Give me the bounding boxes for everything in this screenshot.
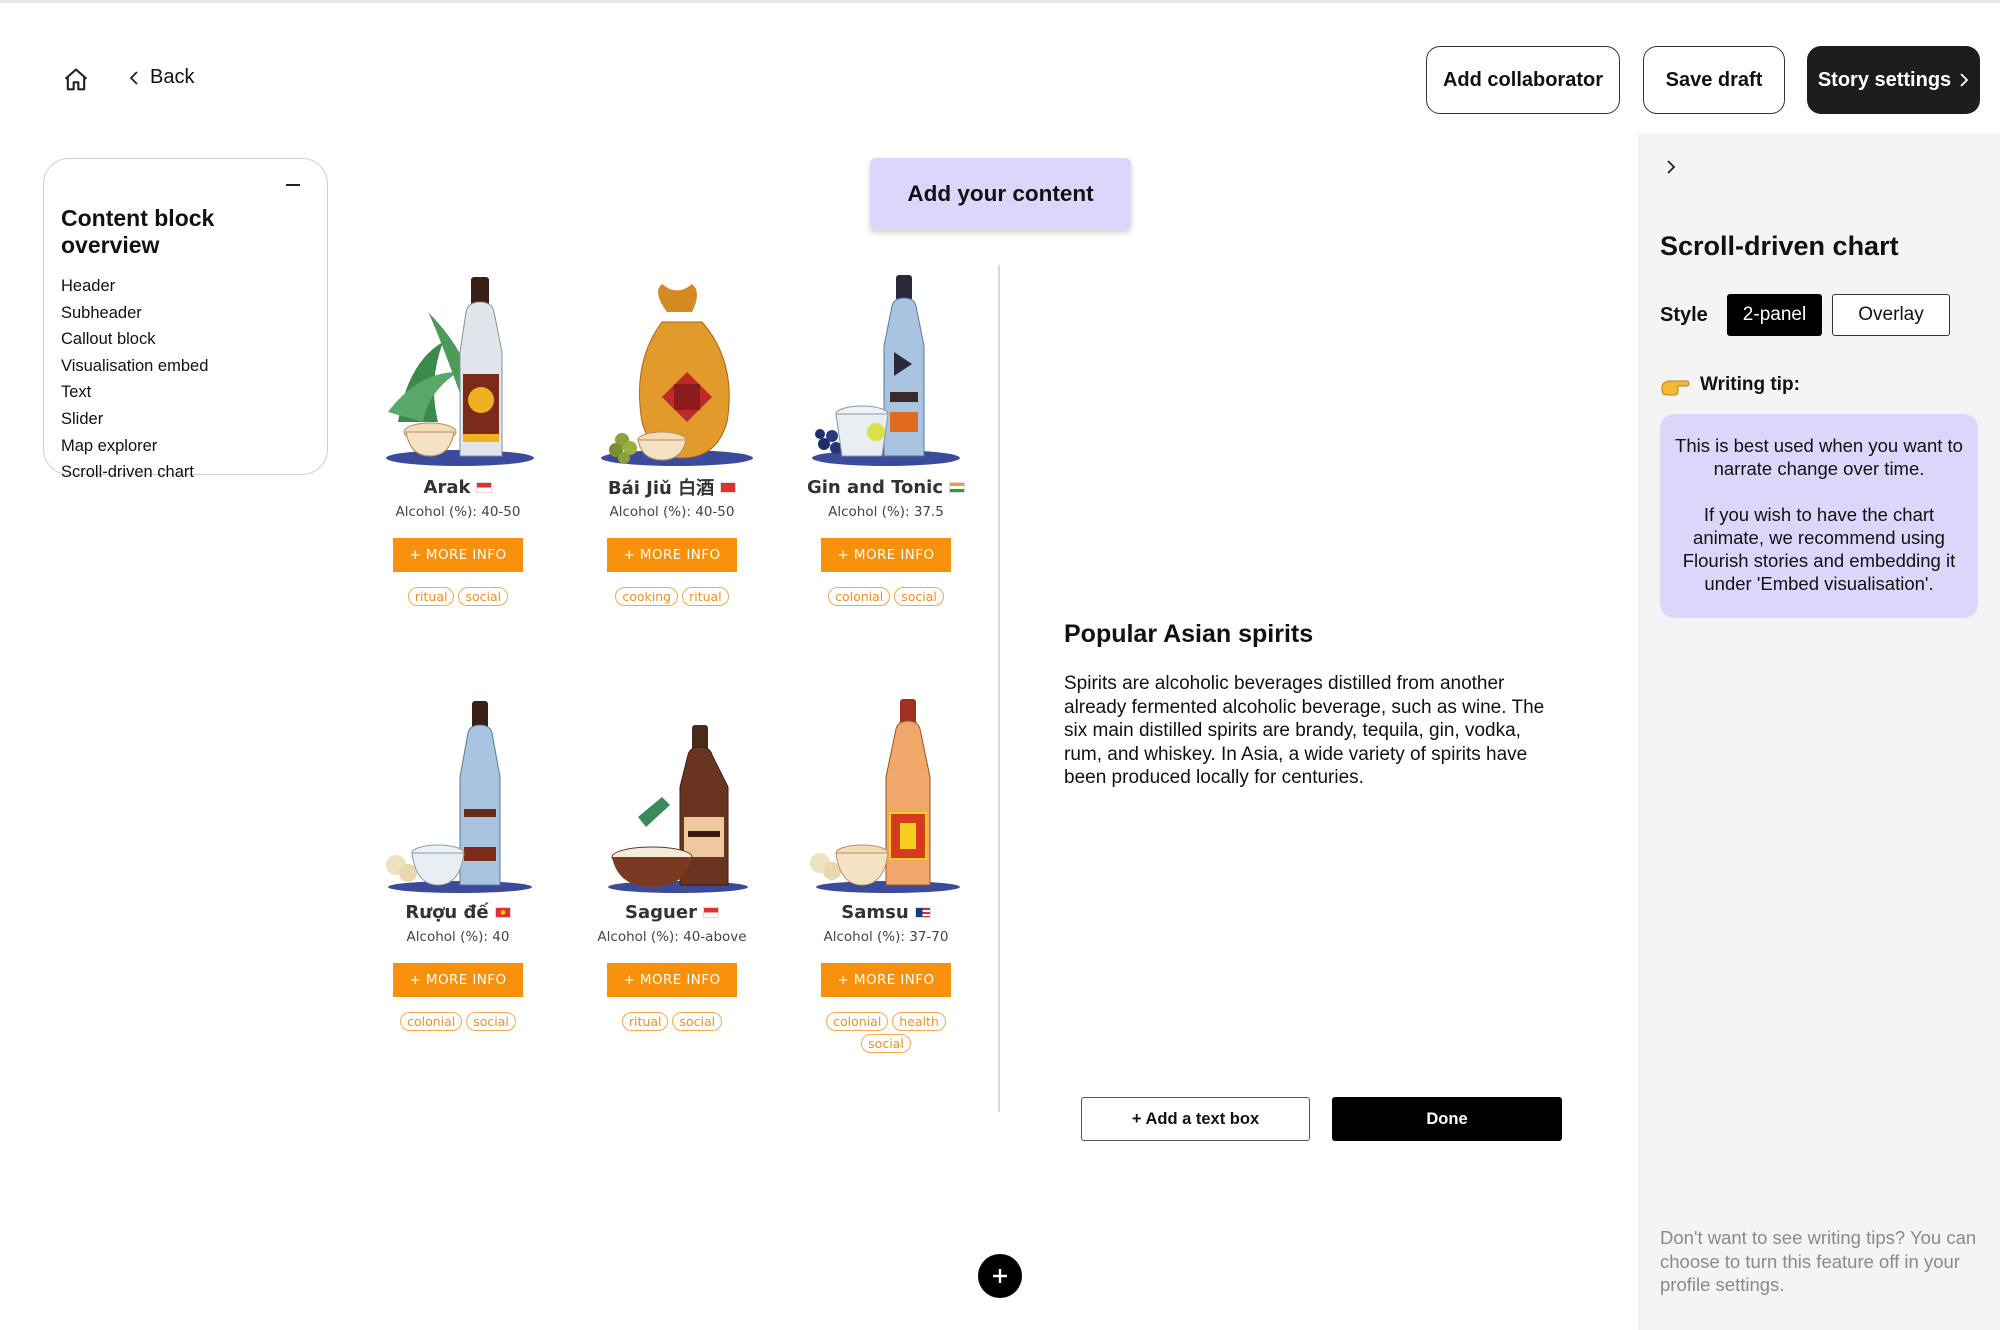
more-info-button[interactable]: + MORE INFO [607, 538, 737, 572]
chevron-left-icon [129, 70, 138, 85]
bottle-illustration [796, 697, 976, 893]
spirit-card-saguer: Saguer Alcohol (%): 40-above + MORE INFO… [582, 697, 762, 1031]
story-settings-label: Story settings [1817, 68, 1952, 91]
more-info-button[interactable]: + MORE INFO [607, 963, 737, 997]
back-label: Back [150, 66, 195, 88]
sidebar-title: Scroll-driven chart [1660, 231, 1899, 261]
story-settings-button[interactable]: Story settings [1807, 46, 1980, 114]
overview-item-header[interactable]: Header [61, 273, 310, 300]
spirit-card-arak: Arak Alcohol (%): 40-50 + MORE INFO ritu… [368, 272, 548, 606]
overview-item-slider[interactable]: Slider [61, 406, 310, 433]
top-border [0, 0, 2000, 3]
more-info-button[interactable]: + MORE INFO [821, 538, 951, 572]
tag[interactable]: social [672, 1012, 723, 1031]
writing-tip-box: This is best used when you want to narra… [1660, 414, 1978, 618]
tag[interactable]: ritual [682, 587, 729, 606]
more-info-button[interactable]: + MORE INFO [393, 963, 523, 997]
text-panel-heading[interactable]: Popular Asian spirits [1064, 620, 1313, 649]
bottle-illustration [582, 697, 762, 893]
indonesia-flag-icon [476, 481, 493, 493]
add-block-button[interactable] [978, 1254, 1022, 1298]
overview-item-scroll-driven-chart[interactable]: Scroll-driven chart [61, 459, 310, 486]
spirit-name: Bái Jiǔ 白酒 [582, 474, 762, 500]
spirit-card-samsu: Samsu Alcohol (%): 37-70 + MORE INFO col… [796, 697, 976, 1053]
spirit-card-ruou-de: Rượu đế Alcohol (%): 40 + MORE INFO colo… [368, 697, 548, 1031]
tag-list: cooking ritual [582, 587, 762, 606]
tag-list: ritual social [582, 1012, 762, 1031]
style-option-2-panel[interactable]: 2-panel [1727, 294, 1822, 336]
add-your-content-button[interactable]: Add your content [870, 158, 1131, 230]
spirit-name: Rượu đế [368, 899, 548, 925]
tag-list: ritual social [368, 587, 548, 606]
add-text-box-button[interactable]: + Add a text box [1081, 1097, 1310, 1141]
tag[interactable]: colonial [828, 587, 891, 606]
tag[interactable]: social [894, 587, 944, 606]
spirit-name: Samsu [796, 899, 976, 925]
spirit-card-gin-and-tonic: Gin and Tonic Alcohol (%): 37.5 + MORE I… [796, 272, 976, 606]
malaysia-flag-icon [914, 906, 931, 918]
tag[interactable]: health [892, 1012, 946, 1031]
overview-item-text[interactable]: Text [61, 379, 310, 406]
content-block-overview: Content block overview Header Subheader … [43, 158, 328, 481]
india-flag-icon [949, 481, 966, 493]
china-flag-icon [720, 481, 737, 493]
tag[interactable]: ritual [621, 1012, 669, 1031]
spirit-name: Arak [368, 474, 548, 500]
tag[interactable]: cooking [615, 587, 679, 606]
add-collaborator-button[interactable]: Add collaborator [1426, 46, 1620, 114]
overview-title: Content block overview [61, 205, 215, 258]
spirit-abv: Alcohol (%): 40-50 [395, 504, 521, 520]
chevron-right-icon[interactable] [1658, 154, 1684, 180]
spirit-name: Saguer [582, 899, 762, 925]
overview-item-subheader[interactable]: Subheader [61, 300, 310, 327]
spirit-card-bai-jiu: Bái Jiǔ 白酒 Alcohol (%): 40-50 + MORE INF… [582, 272, 762, 606]
more-info-button[interactable]: + MORE INFO [821, 963, 951, 997]
overview-list: Header Subheader Callout block Visualisa… [61, 273, 310, 486]
tag[interactable]: social [458, 587, 509, 606]
bottle-illustration [368, 272, 548, 468]
save-draft-button[interactable]: Save draft [1643, 46, 1785, 114]
done-button[interactable]: Done [1332, 1097, 1562, 1141]
vietnam-flag-icon [494, 906, 511, 918]
overview-item-visualisation-embed[interactable]: Visualisation embed [61, 353, 310, 380]
tag[interactable]: social [861, 1034, 911, 1053]
tips-footer-note: Don't want to see writing tips? You can … [1660, 1227, 1977, 1295]
bottle-illustration [582, 272, 762, 468]
tag-list: colonial social [368, 1012, 548, 1031]
spirit-abv: Alcohol (%): 37-70 [823, 929, 949, 945]
overview-item-map-explorer[interactable]: Map explorer [61, 433, 310, 460]
tag[interactable]: ritual [407, 587, 455, 606]
spirit-abv: Alcohol (%): 40-above [597, 929, 747, 945]
bottle-illustration [368, 697, 548, 893]
spirit-abv: Alcohol (%): 40 [406, 929, 510, 945]
indonesia-flag-icon [702, 906, 719, 918]
home-icon[interactable] [58, 62, 94, 98]
spirit-abv: Alcohol (%): 37.5 [828, 504, 944, 520]
spirit-name: Gin and Tonic [796, 474, 976, 500]
tag-list: colonial social [796, 587, 976, 606]
tip-paragraph: If you wish to have the chart animate, w… [1682, 504, 1956, 594]
panel-divider[interactable] [998, 265, 1000, 1112]
bottle-illustration [796, 272, 976, 468]
overview-item-callout-block[interactable]: Callout block [61, 326, 310, 353]
pointing-hand-icon [1661, 380, 1690, 396]
back-link[interactable]: Back [128, 66, 194, 89]
chevron-right-icon [1960, 73, 1969, 87]
collapse-icon[interactable] [281, 173, 305, 197]
writing-tip-label: Writing tip: [1660, 374, 1800, 396]
tag[interactable]: colonial [826, 1012, 889, 1031]
style-option-overlay[interactable]: Overlay [1832, 294, 1950, 336]
style-label: Style [1660, 304, 1708, 326]
tag[interactable]: colonial [400, 1012, 463, 1031]
more-info-button[interactable]: + MORE INFO [393, 538, 523, 572]
tag-list: colonial health social [796, 1012, 976, 1053]
text-panel-body[interactable]: Spirits are alcoholic beverages distille… [1064, 672, 1564, 790]
tip-paragraph: This is best used when you want to narra… [1675, 435, 1963, 479]
tag[interactable]: social [466, 1012, 516, 1031]
spirit-abv: Alcohol (%): 40-50 [609, 504, 735, 520]
plus-icon [993, 1269, 1007, 1283]
right-sidebar: Scroll-driven chart Style 2-panel Overla… [1638, 134, 2000, 1330]
